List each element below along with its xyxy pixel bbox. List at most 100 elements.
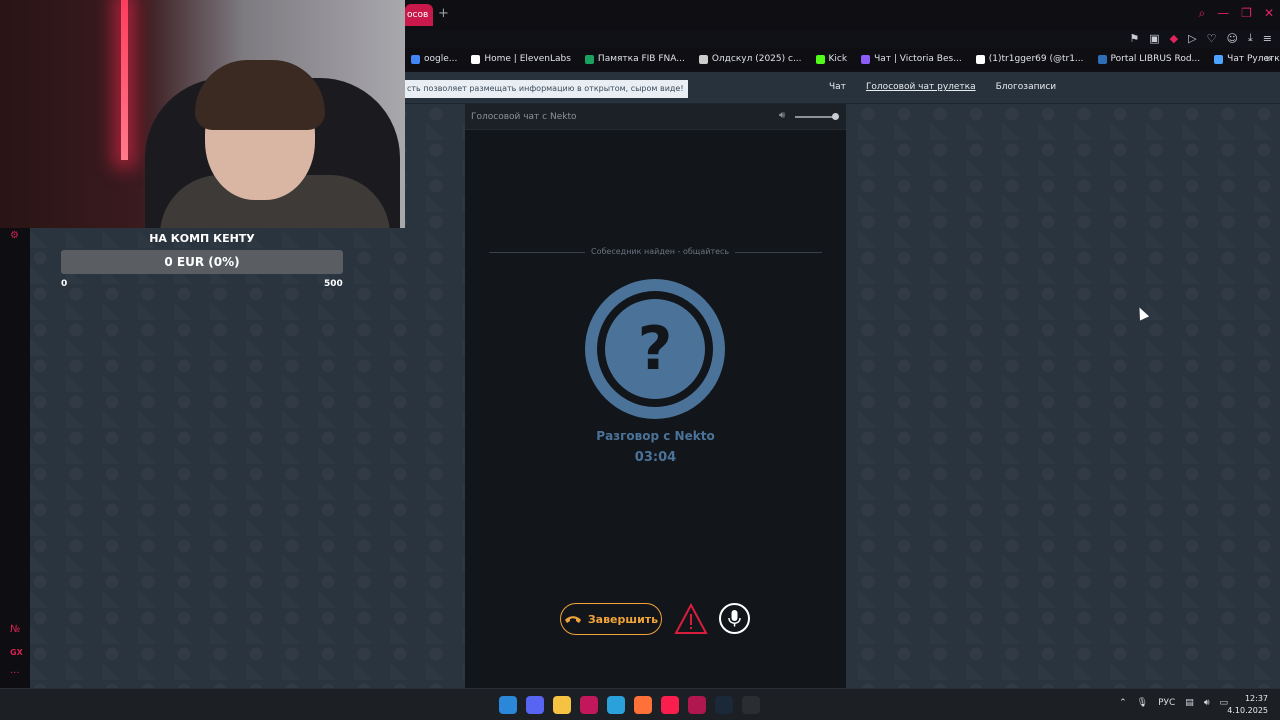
bookmark[interactable]: Home | ElevenLabs	[471, 54, 571, 64]
bookmark-favicon-icon	[815, 54, 825, 64]
bookmark-label: (1)tr1gger69 (@tr1...	[988, 54, 1084, 64]
more-icon[interactable]: ···	[10, 668, 20, 679]
bookmark-label: Чат | Victoria Bes...	[874, 54, 962, 64]
heart-icon[interactable]: ♡	[1207, 32, 1217, 45]
voice-chat-header: Голосовой чат с Nekto 🔊︎	[465, 104, 846, 130]
voice-chat-panel: Голосовой чат с Nekto 🔊︎ Собеседник найд…	[465, 104, 846, 688]
speaker-icon[interactable]: 🔊︎	[1204, 698, 1210, 708]
gx-icon[interactable]: №	[10, 624, 20, 635]
telegram-icon[interactable]	[607, 696, 625, 714]
nav-voice-roulette-link[interactable]: Голосовой чат рулетка	[866, 82, 976, 92]
bookmark-label: Олдскул (2025) с...	[711, 54, 802, 64]
report-warning-icon[interactable]	[674, 603, 708, 635]
bookmark-label: Home | ElevenLabs	[484, 54, 571, 64]
gx-label[interactable]: GX	[10, 648, 23, 657]
volume-icon[interactable]: 🔊︎	[779, 110, 785, 121]
clock-date: 4.10.2025	[1227, 706, 1268, 715]
taskbar-apps	[499, 696, 760, 714]
bookmark-favicon-icon	[698, 54, 708, 64]
bookmark-label: oogle...	[424, 54, 458, 64]
phone-hangup-icon	[564, 616, 581, 623]
bookmark-favicon-icon	[861, 54, 871, 64]
menu-icon[interactable]: ≡	[1263, 32, 1272, 45]
microphone-button[interactable]	[719, 603, 750, 634]
person-hair	[195, 60, 325, 130]
firefox-icon[interactable]	[634, 696, 652, 714]
discord-icon[interactable]	[526, 696, 544, 714]
donation-goal-bar: 0 EUR (0%)	[61, 250, 343, 274]
end-call-button[interactable]: Завершить	[560, 603, 662, 635]
screen: { "browser": { "active_tab_label": "осов…	[0, 0, 1280, 720]
volume-slider[interactable]	[795, 116, 837, 118]
new-tab-button[interactable]: +	[438, 6, 449, 21]
window-controls: ⌕ — ❐ ✕	[1198, 6, 1274, 21]
bookmark[interactable]: Чат | Victoria Bes...	[861, 54, 962, 64]
bookmark-favicon-icon	[975, 54, 985, 64]
bookmark-favicon-icon	[411, 54, 420, 64]
bookmark[interactable]: oogle...	[411, 54, 457, 64]
snapshot-icon[interactable]: ▣	[1149, 32, 1159, 45]
active-tab[interactable]: осов	[405, 4, 433, 26]
site-header: сть позволяет размещать информацию в отк…	[405, 72, 1280, 104]
bookmark[interactable]: Portal LIBRUS Rod...	[1097, 54, 1201, 64]
app-icon-2[interactable]	[688, 696, 706, 714]
vpn-shield-icon[interactable]: ◆	[1170, 32, 1178, 45]
obs-icon[interactable]	[742, 696, 760, 714]
bookmarks-more-button[interactable]: »	[1265, 52, 1272, 65]
taskbar: ⌃ 🎙︎ РУС ▤ 🔊︎ ▭ 12:37 4.10.2025	[0, 688, 1280, 720]
site-nav: Чат Голосовой чат рулетка Блогозаписи	[829, 82, 1056, 92]
donation-goal-title: НА КОМП КЕНТУ	[149, 232, 255, 245]
nav-chat-link[interactable]: Чат	[829, 82, 846, 92]
app-icon-1[interactable]	[580, 696, 598, 714]
profile-icon[interactable]: ☺	[1226, 32, 1237, 45]
bookmark-label: Portal LIBRUS Rod...	[1110, 54, 1201, 64]
bookmark-label: Чат Рулетка — бе...	[1227, 54, 1280, 64]
search-icon[interactable]: ⌕	[1198, 6, 1205, 21]
bookmark-favicon-icon	[1214, 54, 1224, 64]
volume-slider-handle[interactable]	[832, 113, 839, 120]
file-explorer-icon[interactable]	[553, 696, 571, 714]
bookmark-label: Kick	[828, 54, 848, 64]
steam-icon[interactable]	[715, 696, 733, 714]
bookmark-favicon-icon	[471, 54, 481, 64]
download-icon[interactable]: ⤓	[1248, 31, 1253, 45]
site-notice: сть позволяет размещать информацию в отк…	[405, 80, 688, 98]
gear-icon[interactable]: ⚙	[10, 230, 19, 241]
browser-toolbar: ⚑ ▣ ◆ ▷ ♡ ☺ ⤓ ≡	[1129, 30, 1272, 46]
network-icon[interactable]: ▤	[1185, 698, 1194, 708]
question-mark-icon: ?	[605, 299, 705, 399]
maximize-icon[interactable]: ❐	[1241, 6, 1252, 21]
nav-blog-link[interactable]: Блогозаписи	[996, 82, 1057, 92]
donation-goal-min: 0	[61, 279, 68, 289]
end-call-label: Завершить	[587, 612, 659, 626]
tray-overflow-icon[interactable]: ⌃	[1119, 698, 1127, 708]
bookmark-label: Памятка FIB FNA...	[597, 54, 685, 64]
bookmarks-bar: oogle... Home | ElevenLabs Памятка FIB F…	[405, 48, 1280, 70]
clock-time: 12:37	[1244, 694, 1268, 703]
tray-microphone-icon[interactable]: 🎙︎	[1137, 698, 1148, 708]
minimize-icon[interactable]: —	[1217, 6, 1229, 21]
led-strip	[121, 0, 128, 160]
bookmark-favicon-icon	[1097, 54, 1107, 64]
system-tray: ⌃ 🎙︎ РУС ▤ 🔊︎ ▭	[1119, 698, 1228, 708]
donation-goal-amount: 0 EUR (0%)	[164, 255, 240, 269]
close-icon[interactable]: ✕	[1264, 6, 1274, 21]
browser-sidebar: ⚙ № GX ···	[0, 228, 30, 688]
play-icon[interactable]: ▷	[1188, 32, 1196, 45]
call-timer: 03:04	[634, 450, 677, 465]
webcam-overlay	[0, 0, 405, 228]
pin-icon[interactable]: ⚑	[1129, 32, 1139, 45]
voice-chat-title: Голосовой чат с Nekto	[471, 112, 577, 122]
bookmark[interactable]: Памятка FIB FNA...	[584, 54, 685, 64]
bookmark[interactable]: Kick	[815, 54, 848, 64]
windows-start-icon[interactable]	[499, 696, 517, 714]
language-indicator[interactable]: РУС	[1158, 698, 1175, 708]
taskbar-clock[interactable]: 12:37 4.10.2025	[1227, 693, 1268, 717]
microphone-icon	[728, 610, 741, 627]
conversation-label: Разговор с Nekto	[596, 429, 715, 443]
partner-avatar: ?	[585, 279, 725, 419]
opera-gx-icon[interactable]	[661, 696, 679, 714]
bookmark-favicon-icon	[584, 54, 594, 64]
bookmark[interactable]: (1)tr1gger69 (@tr1...	[975, 54, 1084, 64]
bookmark[interactable]: Олдскул (2025) с...	[698, 54, 802, 64]
